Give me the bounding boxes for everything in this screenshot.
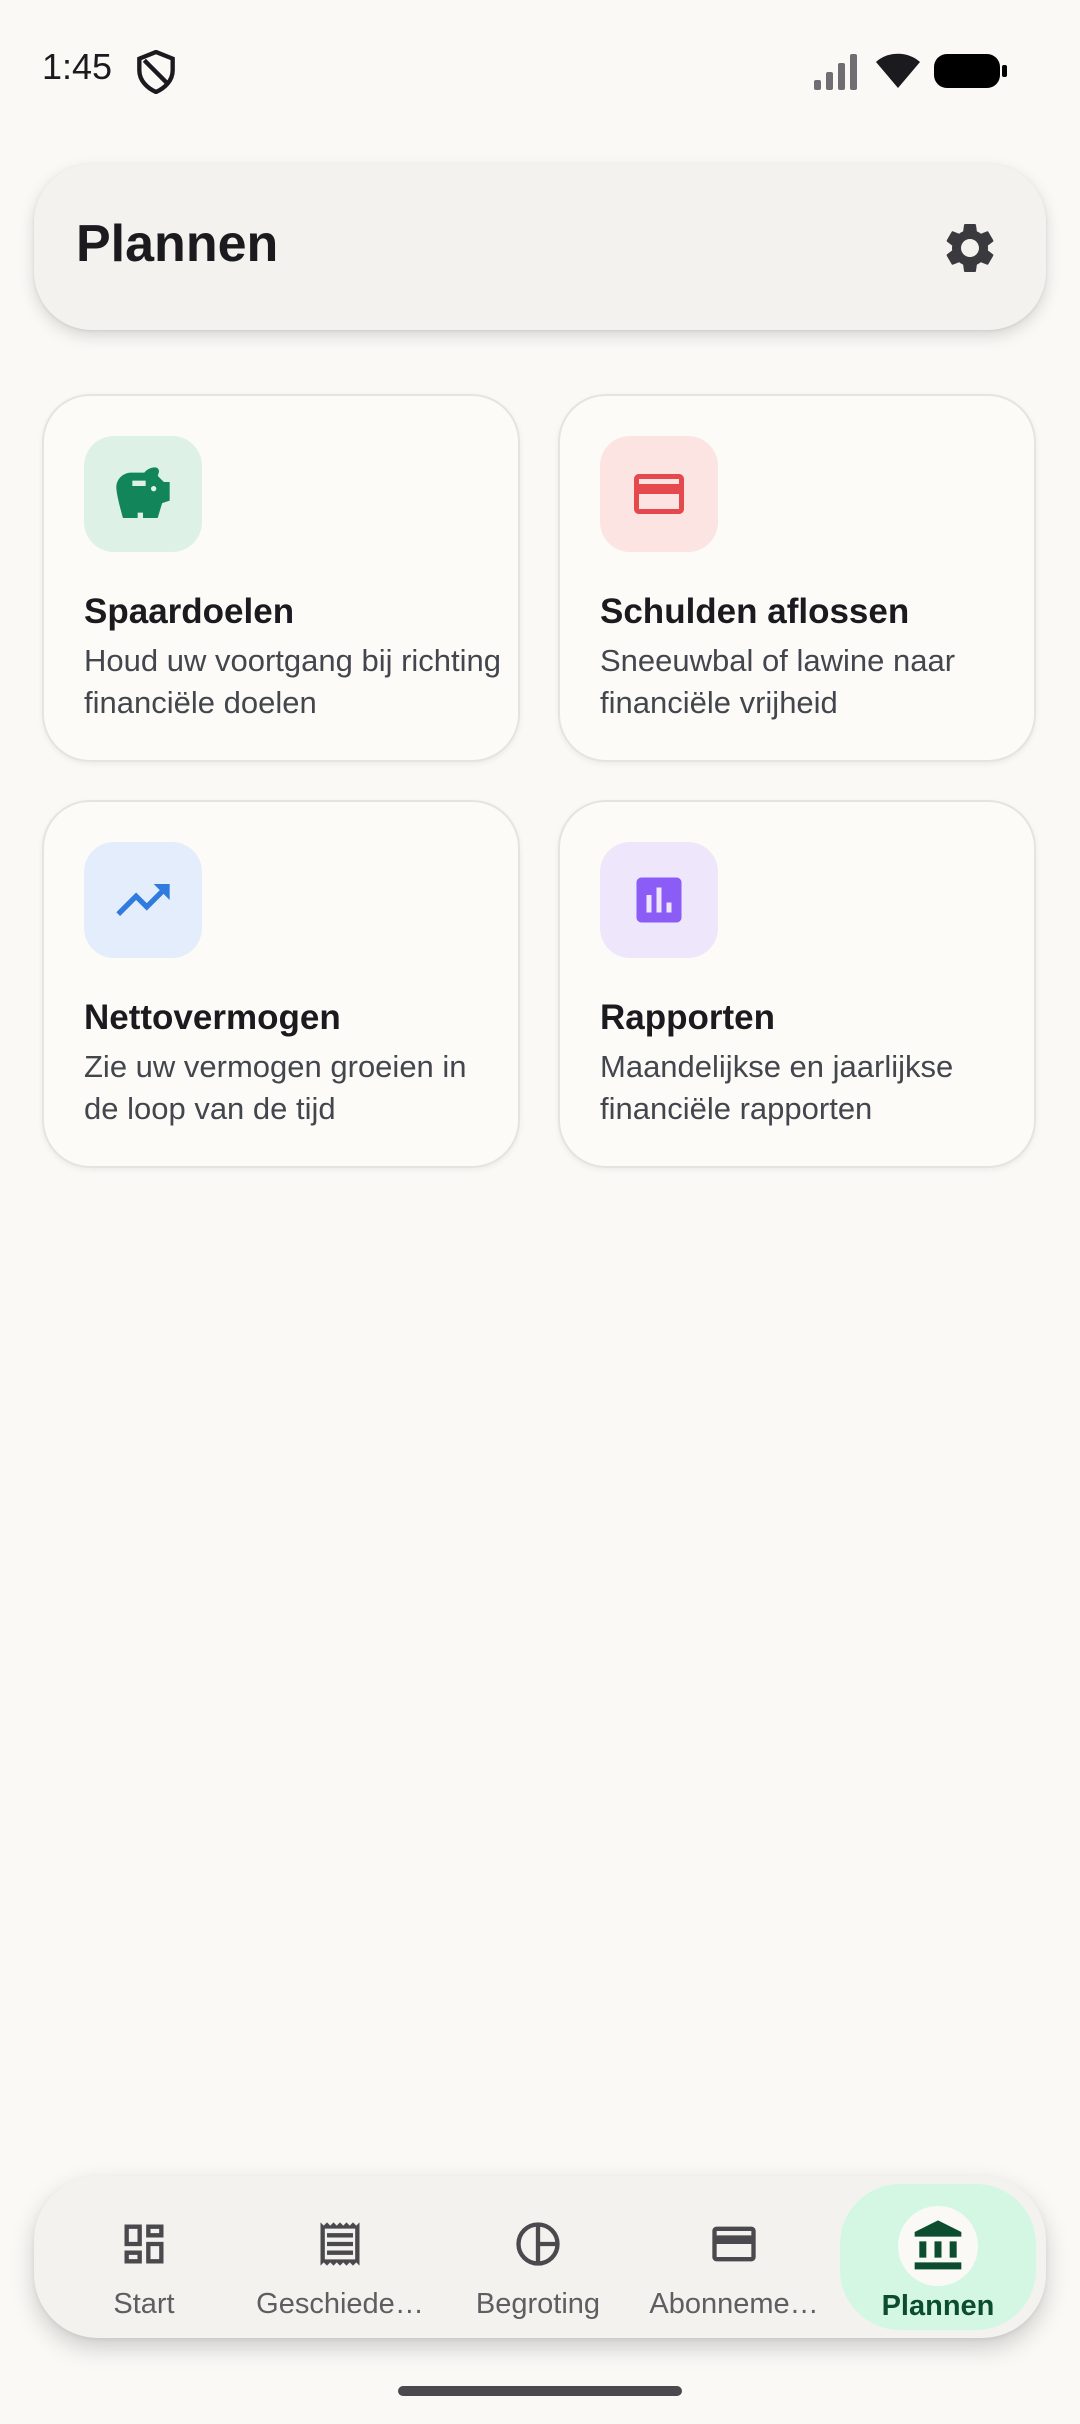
nav-label: Abonneme… — [649, 2288, 819, 2320]
bar-chart-icon — [636, 877, 682, 923]
credit-card-icon — [706, 2216, 762, 2272]
nav-item-plans[interactable]: Plannen — [840, 2184, 1036, 2330]
status-bar: 1:45 — [0, 0, 1080, 140]
card-net-worth[interactable]: Nettovermogen Zie uw vermogen groeien in… — [42, 800, 520, 1168]
nav-item-budget[interactable]: Begroting — [440, 2176, 636, 2338]
status-time: 1:45 — [42, 46, 113, 87]
settings-button[interactable] — [930, 208, 1010, 288]
page-title: Plannen — [76, 215, 279, 273]
pie-chart-icon — [510, 2216, 566, 2272]
signal-icon — [814, 54, 857, 90]
card-icon-box — [600, 436, 718, 552]
nav-label: Start — [113, 2288, 175, 2320]
shield-icon — [137, 50, 175, 94]
piggy-bank-icon — [116, 467, 170, 518]
nav-label: Geschiede… — [256, 2288, 424, 2320]
card-icon-box — [600, 842, 718, 958]
card-title: Nettovermogen — [84, 998, 341, 1037]
card-description: Houd uw voortgang bij richting financiël… — [84, 643, 502, 720]
battery-icon — [934, 54, 1007, 88]
credit-card-icon — [634, 474, 684, 514]
bottom-navigation: Start Geschiede… Begroting Abonneme… Pla… — [34, 2176, 1046, 2338]
trending-up-icon — [116, 884, 170, 916]
nav-label: Plannen — [881, 2290, 995, 2322]
card-title: Schulden aflossen — [600, 592, 910, 631]
dashboard-icon — [116, 2216, 172, 2272]
card-description: Sneeuwbal of lawine naar financiële vrij… — [600, 643, 956, 720]
home-indicator[interactable] — [398, 2386, 682, 2396]
card-reports[interactable]: Rapporten Maandelijkse en jaarlijkse fin… — [558, 800, 1036, 1168]
gear-icon — [946, 224, 994, 272]
nav-label: Begroting — [475, 2288, 601, 2320]
card-description: Zie uw vermogen groeien in de loop van d… — [84, 1049, 467, 1126]
card-title: Spaardoelen — [84, 592, 295, 631]
nav-item-subscriptions[interactable]: Abonneme… — [636, 2176, 832, 2338]
card-savings-goals[interactable]: Spaardoelen Houd uw voortgang bij richti… — [42, 394, 520, 762]
wifi-icon — [876, 53, 920, 88]
card-icon-box — [84, 436, 202, 552]
card-icon-box — [84, 842, 202, 958]
card-title: Rapporten — [600, 998, 775, 1037]
nav-item-start[interactable]: Start — [46, 2176, 242, 2338]
top-app-bar: Plannen — [34, 164, 1046, 330]
screen: 1:45 Plannen Spaardoelen Houd uw voortga… — [0, 0, 1080, 2424]
card-debt-payoff[interactable]: Schulden aflossen Sneeuwbal of lawine na… — [558, 394, 1036, 762]
bank-icon — [898, 2206, 978, 2286]
nav-item-history[interactable]: Geschiede… — [242, 2176, 438, 2338]
receipt-icon — [312, 2216, 368, 2272]
card-description: Maandelijkse en jaarlijkse financiële ra… — [600, 1049, 954, 1126]
